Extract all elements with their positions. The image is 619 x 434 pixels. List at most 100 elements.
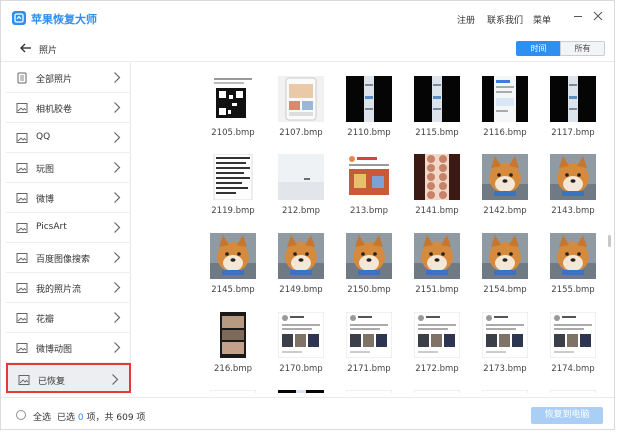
sidebar-item-label: 玩图	[36, 165, 55, 175]
photo-thumbnail[interactable]	[414, 76, 460, 122]
photo-thumbnail[interactable]	[482, 390, 528, 393]
sidebar-item[interactable]: 已恢复	[6, 363, 131, 393]
photo-thumbnail[interactable]	[550, 312, 596, 358]
chevron-right-icon	[113, 221, 121, 234]
sidebar-item[interactable]: 玩图	[6, 153, 131, 183]
photo-gallery: 2105.bmp 2107.bmp 2110.bmp 2115.bmp 2116.bmp…	[132, 63, 606, 393]
photo-tile[interactable]: 213.bmp	[344, 154, 394, 216]
photo-tile[interactable]: 2151.bmp	[412, 233, 462, 295]
photo-thumbnail[interactable]	[550, 76, 596, 122]
photo-tile[interactable]: 2119.bmp	[208, 154, 258, 216]
close-icon[interactable]	[592, 10, 604, 22]
photo-thumbnail[interactable]	[210, 154, 256, 200]
photo-tile[interactable]	[208, 390, 258, 393]
back-arrow-icon[interactable]	[19, 41, 33, 55]
photo-tile[interactable]: 2149.bmp	[276, 233, 326, 295]
sidebar-item[interactable]: 全部照片	[6, 63, 131, 93]
view-all-toggle[interactable]: 所有	[560, 41, 605, 56]
register-link[interactable]: 注册	[457, 13, 475, 26]
sidebar-item[interactable]: 微博	[6, 183, 131, 213]
sidebar-item[interactable]: 花瓣	[6, 303, 131, 333]
image-icon	[16, 312, 28, 324]
sidebar-item[interactable]: 相机胶卷	[6, 93, 131, 123]
photo-filename: 2172.bmp	[415, 364, 459, 374]
photo-thumbnail[interactable]	[482, 154, 528, 200]
photo-tile[interactable]: 2145.bmp	[208, 233, 258, 295]
photo-thumbnail[interactable]	[414, 312, 460, 358]
contact-link[interactable]: 联系我们	[487, 13, 523, 26]
photo-thumbnail[interactable]	[210, 390, 256, 393]
photo-tile[interactable]: 2115.bmp	[412, 76, 462, 138]
photo-tile[interactable]: 2154.bmp	[480, 233, 530, 295]
photo-thumbnail[interactable]	[346, 76, 392, 122]
sidebar-item[interactable]: QQ	[6, 123, 131, 153]
minimize-icon[interactable]	[572, 10, 584, 22]
photo-tile[interactable]	[480, 390, 530, 393]
photo-thumbnail[interactable]	[278, 233, 324, 279]
gallery-scrollbar[interactable]	[606, 63, 614, 393]
photo-tile[interactable]	[344, 390, 394, 393]
photo-thumbnail[interactable]	[482, 233, 528, 279]
photo-thumbnail[interactable]	[414, 233, 460, 279]
select-all-checkbox[interactable]	[16, 410, 26, 420]
photo-tile[interactable]: 2142.bmp	[480, 154, 530, 216]
photo-tile[interactable]: 212.bmp	[276, 154, 326, 216]
photo-tile[interactable]: 2173.bmp	[480, 312, 530, 374]
photo-thumbnail[interactable]	[210, 76, 256, 122]
photo-tile[interactable]: 2150.bmp	[344, 233, 394, 295]
photo-thumbnail[interactable]	[278, 76, 324, 122]
photo-thumbnail[interactable]	[346, 312, 392, 358]
photo-tile[interactable]: 2171.bmp	[344, 312, 394, 374]
photo-thumbnail[interactable]	[210, 312, 256, 358]
photo-thumbnail[interactable]	[346, 390, 392, 393]
photo-thumbnail[interactable]	[482, 76, 528, 122]
photo-filename: 2116.bmp	[483, 128, 527, 138]
photo-thumbnail[interactable]	[550, 154, 596, 200]
photo-filename: 2150.bmp	[347, 285, 391, 295]
photo-tile[interactable]: 216.bmp	[208, 312, 258, 374]
photo-thumbnail[interactable]	[550, 233, 596, 279]
photo-tile[interactable]: 2155.bmp	[548, 233, 598, 295]
chevron-right-icon	[113, 341, 121, 354]
photo-tile[interactable]: 2143.bmp	[548, 154, 598, 216]
photo-thumbnail[interactable]	[414, 390, 460, 393]
photo-thumbnail[interactable]	[346, 233, 392, 279]
sidebar-item[interactable]: 我的照片流	[6, 273, 131, 303]
photo-tile[interactable]: 2170.bmp	[276, 312, 326, 374]
recover-to-computer-button[interactable]: 恢复到电脑	[531, 407, 603, 424]
photo-tile[interactable]: 2105.bmp	[208, 76, 258, 138]
menu-link[interactable]: 菜单	[533, 13, 551, 26]
photo-filename: 2115.bmp	[415, 128, 459, 138]
sidebar-item[interactable]: 微博动图	[6, 333, 131, 363]
view-by-time-toggle[interactable]: 时间	[516, 41, 561, 56]
photo-tile[interactable]: 2117.bmp	[548, 76, 598, 138]
photo-tile[interactable]	[548, 390, 598, 393]
photo-thumbnail[interactable]	[278, 154, 324, 200]
photo-tile[interactable]: 2110.bmp	[344, 76, 394, 138]
sidebar-item[interactable]: 百度图像搜索	[6, 243, 131, 273]
photo-thumbnail[interactable]	[278, 312, 324, 358]
photo-filename: 216.bmp	[214, 364, 252, 374]
photo-tile[interactable]: 2172.bmp	[412, 312, 462, 374]
sidebar-item-label: PicsArt	[36, 222, 67, 232]
photo-filename: 213.bmp	[350, 206, 388, 216]
selected-count: 0	[77, 413, 84, 423]
select-all-label[interactable]: 全选	[33, 410, 51, 423]
photo-thumbnail[interactable]	[482, 312, 528, 358]
photo-tile[interactable]	[276, 390, 326, 393]
photo-thumbnail[interactable]	[414, 154, 460, 200]
photo-tile[interactable]: 2107.bmp	[276, 76, 326, 138]
sidebar-item-label: 花瓣	[36, 315, 55, 325]
scrollbar-thumb[interactable]	[608, 235, 611, 247]
photo-tile[interactable]: 2174.bmp	[548, 312, 598, 374]
selection-status: 已选 0 项，共 609 项	[57, 410, 145, 423]
photo-tile[interactable]	[412, 390, 462, 393]
sidebar-item[interactable]: PicsArt	[6, 213, 131, 243]
photo-thumbnail[interactable]	[210, 233, 256, 279]
selection-suffix: 项，共 609 项	[86, 413, 146, 423]
photo-thumbnail[interactable]	[550, 390, 596, 393]
photo-tile[interactable]: 2116.bmp	[480, 76, 530, 138]
photo-tile[interactable]: 2141.bmp	[412, 154, 462, 216]
photo-thumbnail[interactable]	[278, 390, 324, 393]
photo-thumbnail[interactable]	[346, 154, 392, 200]
